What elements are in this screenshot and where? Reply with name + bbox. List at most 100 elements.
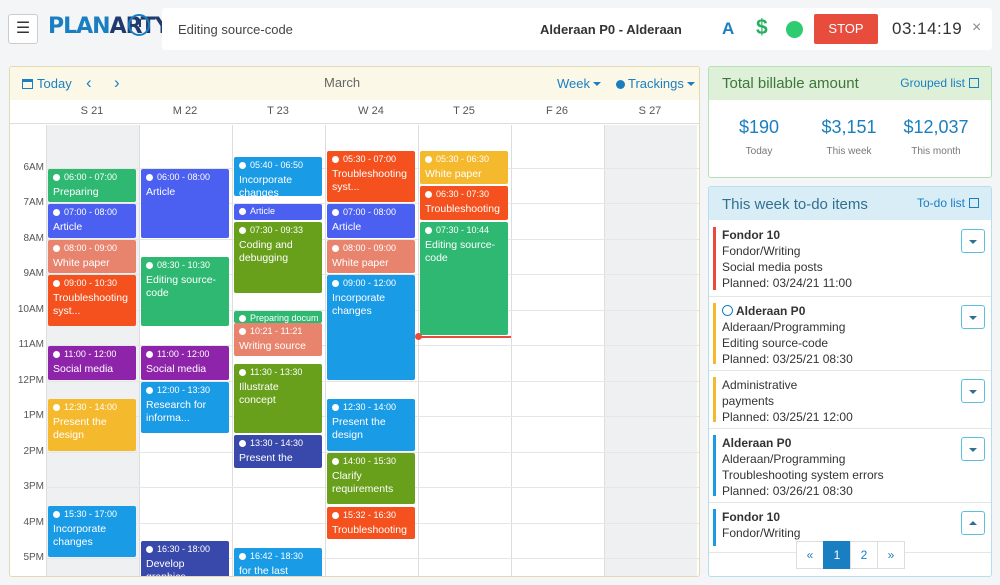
- todo-text: Administrative payments Planned: 03/25/21 …: [722, 377, 853, 425]
- day-header: W 24: [358, 105, 384, 117]
- event-name: Article: [53, 221, 83, 233]
- calendar-event[interactable]: 13:30 - 14:30 Present the: [234, 434, 322, 469]
- calendar-event[interactable]: Preparing docum: [234, 310, 322, 323]
- page-button[interactable]: «: [796, 541, 824, 569]
- todo-line: Administrative: [722, 378, 798, 392]
- event-name: Article: [146, 185, 176, 198]
- billable-title: Total billable amount: [722, 75, 859, 92]
- current-time-line: [418, 335, 511, 338]
- hour-label: 8AM: [23, 232, 44, 244]
- calendar-event[interactable]: 06:00 - 08:00 Article: [141, 168, 229, 238]
- day-column[interactable]: [604, 125, 697, 576]
- event-time: 16:42 - 18:30: [239, 550, 317, 563]
- calendar-event[interactable]: 07:30 - 10:44 Editing source-code: [420, 221, 508, 335]
- day-header: S 21: [80, 105, 104, 117]
- event-name: Coding and debugging: [239, 238, 293, 264]
- calendar-event[interactable]: 06:30 - 07:30 Troubleshooting: [420, 186, 508, 220]
- todo-list-link[interactable]: To-do list: [917, 196, 979, 210]
- calendar-event[interactable]: 08:00 - 09:00 White paper: [48, 239, 136, 273]
- stop-button[interactable]: STOP: [814, 14, 878, 44]
- calendar-event[interactable]: 15:30 - 17:00 Incorporate changes: [48, 505, 136, 557]
- chevron-down-icon[interactable]: [961, 229, 985, 253]
- event-name: White paper: [53, 256, 110, 269]
- day-column[interactable]: [511, 125, 604, 576]
- grouped-list-label: Grouped list: [900, 76, 965, 90]
- view-dropdown[interactable]: Week: [557, 76, 601, 91]
- todo-item[interactable]: Administrative payments Planned: 03/25/21 …: [709, 371, 991, 429]
- next-week-button[interactable]: ›: [114, 73, 120, 93]
- chevron-down-icon[interactable]: [961, 379, 985, 403]
- calendar-panel: Today ‹ › March Week Trackings S 21 M 22 T…: [9, 66, 700, 577]
- todo-item[interactable]: Alderaan P0 Alderaan/Programming Editing s…: [709, 297, 991, 371]
- event-name: White paper: [425, 167, 482, 180]
- calendar-toolbar: Today ‹ › March Week Trackings: [10, 67, 699, 100]
- trackings-label: Trackings: [628, 76, 684, 91]
- event-time: 08:30 - 10:30: [146, 259, 224, 272]
- event-time: 05:30 - 07:00: [332, 153, 410, 166]
- calendar-event[interactable]: 06:00 - 07:00 Preparing: [48, 168, 136, 202]
- page-button[interactable]: 2: [850, 541, 878, 569]
- day-header: M 22: [172, 105, 198, 117]
- calendar-event[interactable]: 05:30 - 07:00 Troubleshooting syst...: [327, 150, 415, 202]
- todo-item[interactable]: Alderaan P0 Alderaan/Programming Troublesh…: [709, 429, 991, 503]
- close-icon[interactable]: ×: [972, 19, 981, 37]
- todo-line: Planned: 03/24/21 11:00: [722, 276, 852, 290]
- calendar-event[interactable]: 11:30 - 13:30 Illustrate concept: [234, 363, 322, 433]
- today-label: Today: [37, 76, 72, 91]
- todo-color-bar: [713, 227, 716, 290]
- app-logo[interactable]: PLANARTY: [48, 14, 171, 39]
- chevron-down-icon[interactable]: [961, 305, 985, 329]
- todo-title: Alderaan P0: [736, 304, 806, 318]
- calendar-event[interactable]: 09:00 - 10:30 Troubleshooting syst...: [48, 275, 136, 327]
- hour-label: 11AM: [18, 339, 44, 350]
- page-button[interactable]: 1: [823, 541, 851, 569]
- event-time: 12:00 - 13:30: [146, 384, 224, 397]
- prev-week-button[interactable]: ‹: [86, 73, 92, 93]
- calendar-event[interactable]: 16:30 - 18:00 Develop graphics: [141, 541, 229, 576]
- calendar-event[interactable]: 07:00 - 08:00 Article: [327, 204, 415, 238]
- page-button[interactable]: »: [877, 541, 905, 569]
- calendar-event[interactable]: 12:30 - 14:00 Present the design: [327, 399, 415, 451]
- event-name: Editing source-code: [146, 274, 217, 300]
- today-button[interactable]: Today: [22, 76, 72, 91]
- calendar-event[interactable]: 16:42 - 18:30 for the last section: [234, 548, 322, 576]
- calendar-event[interactable]: 15:32 - 16:30 Troubleshooting: [327, 506, 415, 540]
- calendar-event[interactable]: 10:21 - 11:21 Writing source: [234, 322, 322, 357]
- calendar-event[interactable]: 12:00 - 13:30 Research for informa...: [141, 381, 229, 433]
- event-name: Illustrate concept: [239, 380, 279, 406]
- calendar-event[interactable]: 05:30 - 06:30 White paper: [420, 150, 508, 185]
- todo-header: This week to-do items To-do list: [709, 187, 991, 220]
- event-name: Troubleshooting syst...: [332, 167, 407, 193]
- todo-line: Planned: 03/26/21 08:30: [722, 484, 853, 498]
- trackings-dropdown[interactable]: Trackings: [616, 76, 695, 91]
- hour-label: 3PM: [23, 481, 44, 492]
- month-title: March: [324, 75, 361, 90]
- calendar-event[interactable]: 11:00 - 12:00 Social media: [141, 346, 229, 380]
- day-header: T 23: [267, 105, 289, 117]
- billable-dollar-icon[interactable]: $: [756, 16, 768, 40]
- stat-label: Today: [745, 146, 773, 157]
- calendar-event[interactable]: Article: [234, 204, 322, 220]
- chevron-down-icon[interactable]: [961, 437, 985, 461]
- event-name: Present the: [239, 451, 293, 464]
- stat-label: This month: [911, 146, 961, 157]
- calendar-event[interactable]: 07:30 - 09:33 Coding and debugging: [234, 221, 322, 293]
- calendar-event[interactable]: 07:00 - 08:00 Article: [48, 204, 136, 238]
- calendar-event[interactable]: 11:00 - 12:00 Social media: [48, 346, 136, 380]
- hour-label: 9AM: [23, 268, 44, 279]
- font-a-icon[interactable]: A: [722, 19, 734, 39]
- current-activity: Editing source-code: [178, 22, 293, 37]
- todo-item[interactable]: Fondor 10 Fondor/Writing Social media post…: [709, 221, 991, 297]
- calendar-event[interactable]: 08:30 - 10:30 Editing source-code: [141, 257, 229, 327]
- event-name: Social media: [53, 363, 114, 375]
- calendar-event[interactable]: 05:40 - 06:50 Incorporate changes: [234, 156, 322, 197]
- elapsed-timer: 03:14:19: [892, 19, 963, 38]
- calendar-event[interactable]: 09:00 - 12:00 Incorporate changes: [327, 275, 415, 380]
- hamburger-icon[interactable]: ☰: [8, 14, 38, 44]
- calendar-event[interactable]: 12:30 - 14:00 Present the design: [48, 399, 136, 451]
- calendar-event[interactable]: 14:00 - 15:30 Clarify requirements: [327, 452, 415, 504]
- calendar-event[interactable]: 08:00 - 09:00 White paper: [327, 239, 415, 273]
- day-header: T 25: [453, 105, 475, 117]
- grouped-list-link[interactable]: Grouped list: [900, 76, 979, 90]
- chevron-up-icon[interactable]: [961, 511, 985, 535]
